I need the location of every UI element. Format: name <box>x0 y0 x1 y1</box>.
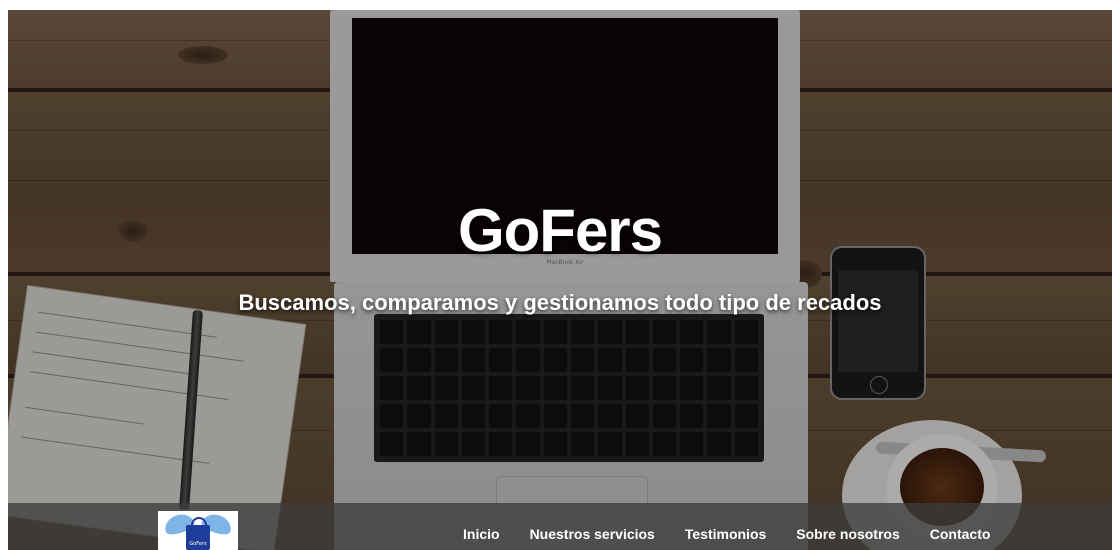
hero-section: MacBook Air GoFers Buscamos, comparamos … <box>8 10 1112 550</box>
navbar: GoFers Inicio Nuestros servicios Testimo… <box>8 503 1112 550</box>
nav-link-sobre-nosotros[interactable]: Sobre nosotros <box>796 512 899 542</box>
nav-link-testimonios[interactable]: Testimonios <box>685 512 766 542</box>
hero-background-image: MacBook Air <box>8 10 1112 550</box>
nav-links: Inicio Nuestros servicios Testimonios So… <box>463 503 990 550</box>
nav-link-contacto[interactable]: Contacto <box>930 512 991 542</box>
background-dim-overlay <box>8 10 1112 550</box>
nav-link-nuestros-servicios[interactable]: Nuestros servicios <box>530 512 655 542</box>
logo[interactable]: GoFers <box>158 511 238 550</box>
hero-subtitle: Buscamos, comparamos y gestionamos todo … <box>238 290 882 315</box>
nav-link-inicio[interactable]: Inicio <box>463 512 500 542</box>
hero-title: GoFers <box>457 197 663 264</box>
logo-text: GoFers <box>189 541 207 547</box>
